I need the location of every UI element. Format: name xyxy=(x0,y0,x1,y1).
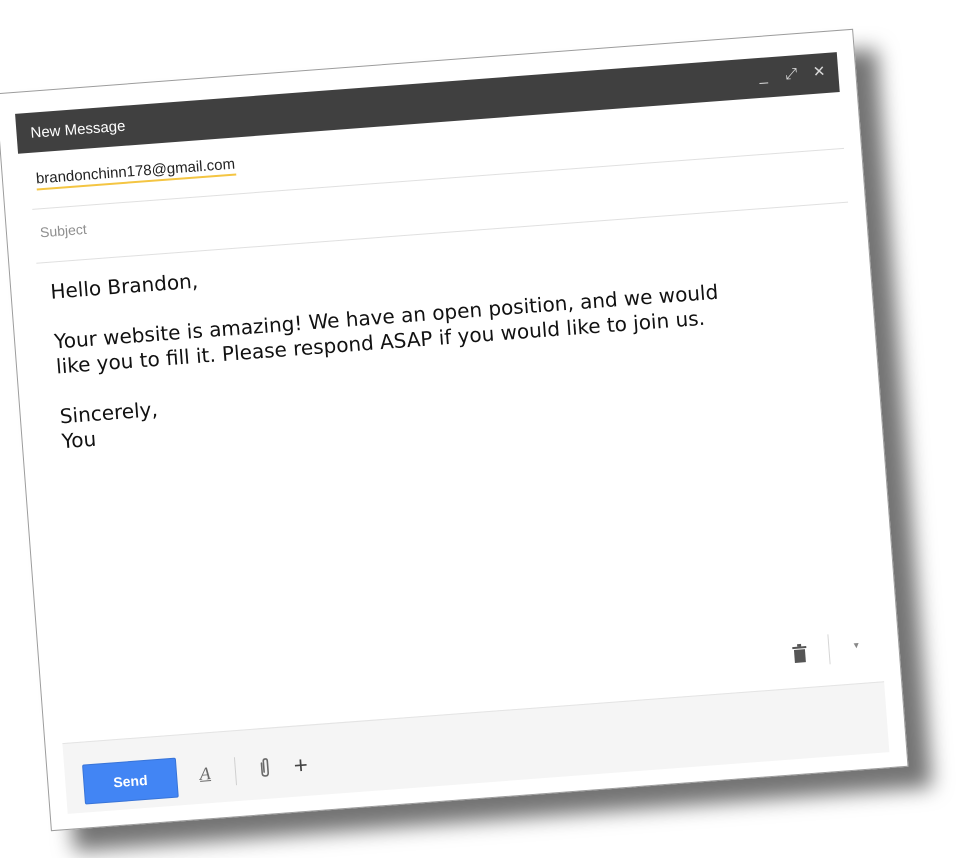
window-controls: _ ⤢ ✕ xyxy=(754,61,829,88)
more-options-plus-icon[interactable]: + xyxy=(290,752,312,780)
paperclip-icon-graphic xyxy=(260,758,269,777)
toolbar-divider xyxy=(233,757,238,786)
send-button[interactable]: Send xyxy=(82,757,179,805)
window-title: New Message xyxy=(29,117,126,142)
chevron-down-icon[interactable]: ▾ xyxy=(849,640,864,655)
close-icon[interactable]: ✕ xyxy=(809,61,829,84)
recipient-chip[interactable]: brandonchinn178@gmail.com xyxy=(35,155,236,191)
screenshot-stage: New Message _ ⤢ ✕ brandonchinn178@gmail.… xyxy=(0,0,957,858)
compose-window-tilted: New Message _ ⤢ ✕ brandonchinn178@gmail.… xyxy=(0,28,909,832)
paperclip-icon[interactable] xyxy=(254,756,276,781)
compose-window: New Message _ ⤢ ✕ brandonchinn178@gmail.… xyxy=(15,52,890,814)
minimize-icon[interactable]: _ xyxy=(754,65,774,88)
trash-icon-graphic xyxy=(792,643,807,663)
message-body[interactable]: Hello Brandon, Your website is amazing! … xyxy=(50,222,833,454)
toolbar-divider-right xyxy=(827,634,831,665)
trash-icon[interactable] xyxy=(791,642,809,665)
formatting-options-icon[interactable]: A xyxy=(194,761,216,786)
expand-icon[interactable]: ⤢ xyxy=(782,63,802,86)
